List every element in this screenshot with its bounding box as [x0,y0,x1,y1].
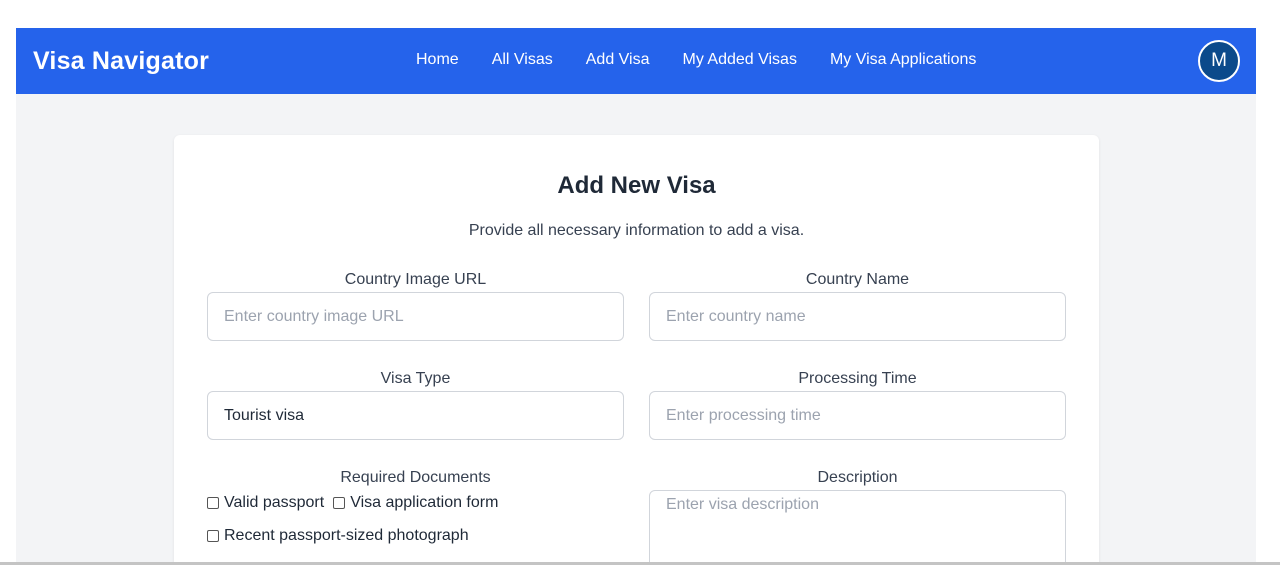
checkbox[interactable] [333,497,346,509]
checkbox[interactable] [207,530,219,542]
processing-time-input[interactable] [649,391,1066,440]
doc-option-valid-passport[interactable]: Valid passport [207,494,324,512]
doc-option-recent-photo[interactable]: Recent passport-sized photograph [207,527,469,545]
description-textarea[interactable] [649,490,1066,565]
nav-link-all-visas[interactable]: All Visas [492,51,553,69]
country-name-input[interactable] [649,292,1066,341]
visa-type-label: Visa Type [380,370,451,387]
checkbox[interactable] [207,497,219,509]
country-name-label: Country Name [805,271,910,288]
page-subtitle: Provide all necessary information to add… [468,222,805,239]
checkbox-label: Recent passport-sized photograph [224,527,469,544]
country-image-url-input[interactable] [207,292,624,341]
visa-type-select[interactable] [207,391,624,440]
brand-logo-text[interactable]: Visa Navigator [33,47,209,76]
user-avatar[interactable]: M [1198,40,1240,82]
nav-link-add-visa[interactable]: Add Visa [586,51,650,69]
processing-time-label: Processing Time [798,370,917,387]
country-image-url-label: Country Image URL [344,271,487,288]
required-documents-row-1: Valid passport Visa application form [207,494,507,512]
doc-option-visa-application-form[interactable]: Visa application form [333,494,498,512]
nav-link-my-visa-applications[interactable]: My Visa Applications [830,51,976,69]
required-documents-label: Required Documents [340,469,491,486]
nav-links: Home All Visas Add Visa My Added Visas M… [416,51,1009,69]
checkbox-label: Visa application form [350,494,499,511]
add-visa-form-card: Add New Visa Provide all necessary infor… [174,135,1099,565]
avatar-initial: M [1211,50,1227,71]
nav-link-home[interactable]: Home [416,51,459,69]
checkbox-label: Valid passport [224,494,325,511]
nav-link-my-added-visas[interactable]: My Added Visas [683,51,797,69]
page-title: Add New Visa [557,172,716,199]
top-navbar: Visa Navigator Home All Visas Add Visa M… [16,28,1256,94]
description-label: Description [817,469,898,486]
required-documents-row-2: Recent passport-sized photograph [207,527,478,545]
